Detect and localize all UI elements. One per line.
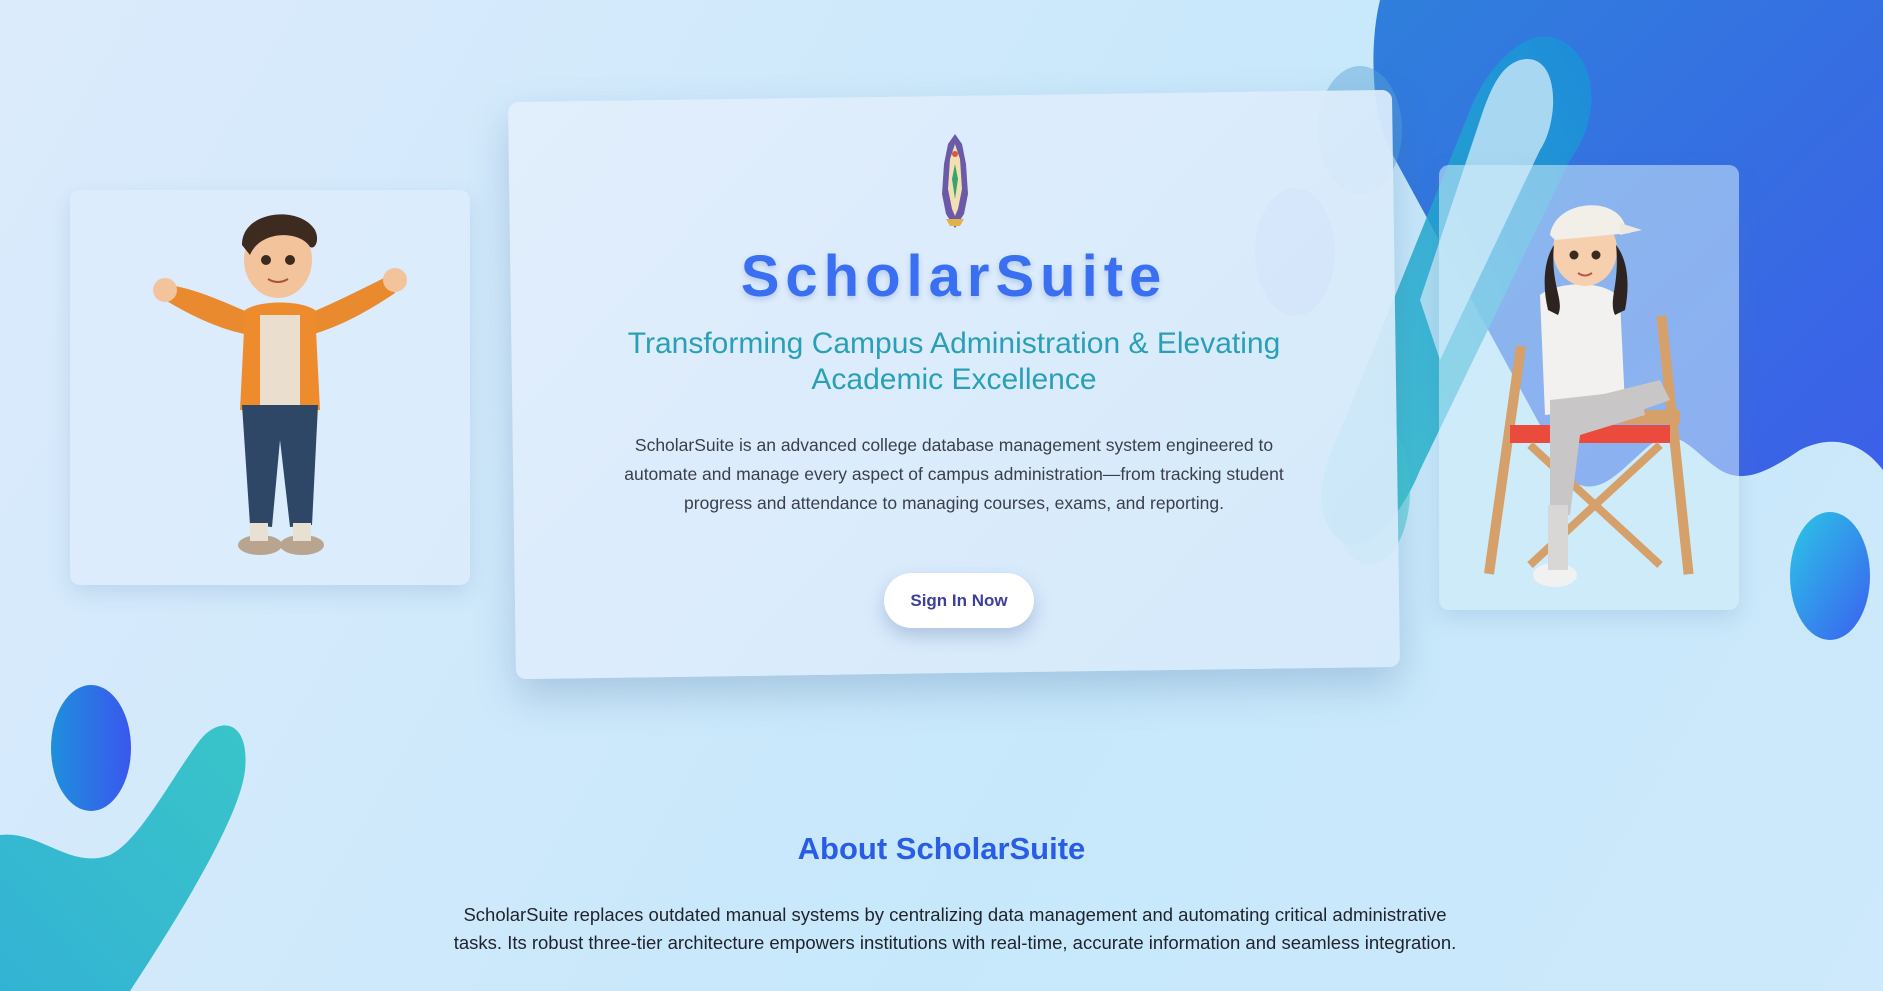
hero-content: ScholarSuite Transforming Campus Adminis… (512, 96, 1396, 673)
sign-in-button[interactable]: Sign In Now (884, 573, 1034, 628)
about-section-text: ScholarSuite replaces outdated manual sy… (453, 904, 1457, 953)
page-subtitle: Transforming Campus Administration & Ele… (627, 327, 1281, 396)
college-crest-icon (942, 134, 968, 228)
page-title: ScholarSuite (740, 244, 1168, 309)
cartoon-boy-illustration (153, 214, 407, 555)
about-section-title: About ScholarSuite (797, 831, 1086, 866)
cartoon-girl-on-director-chair-illustration (1484, 205, 1694, 587)
hero-description: ScholarSuite is an advanced college data… (624, 435, 1284, 513)
